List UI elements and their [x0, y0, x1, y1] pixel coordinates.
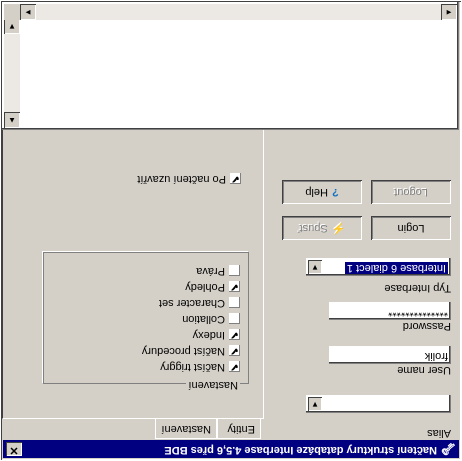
- checkbox-label: Načíst procedury: [141, 344, 225, 357]
- settings-panel: Nastavení ✔ Načíst triggry ✔ Načíst proced…: [2, 127, 264, 419]
- app-window-rotated: 🗝 Načtení struktury databáze Interbase 4…: [0, 0, 462, 461]
- checkbox-indexes[interactable]: ✔ Indexy: [193, 328, 240, 341]
- checkbox-procedures[interactable]: ✔ Načíst procedury: [142, 344, 240, 357]
- checkbox-box[interactable]: ✔: [229, 329, 240, 341]
- checkbox-box[interactable]: ✔: [229, 345, 240, 357]
- horizontal-scrollbar[interactable]: ◄ ►: [20, 4, 457, 20]
- checkbox-character-set[interactable]: Character set: [159, 296, 240, 309]
- tab-entity[interactable]: Entity: [217, 419, 261, 439]
- window-title: Načtení struktury databáze Interbase 4.5…: [164, 444, 437, 456]
- checkbox-label: Collation: [182, 312, 225, 325]
- checkbox-rights[interactable]: Práva: [196, 264, 240, 277]
- interbase-type-combo[interactable]: Interbase 6 dialect 1 ▼: [306, 258, 451, 276]
- checkbox-views[interactable]: ✔ Pohledy: [185, 280, 240, 293]
- run-button-label: Spusť: [298, 222, 328, 234]
- settings-group: Nastavení ✔ Načíst triggry ✔ Načíst proced…: [43, 252, 249, 391]
- dialog-window: 🗝 Načtení struktury databáze Interbase 4…: [0, 0, 462, 461]
- interbase-type-value: Interbase 6 dialect 1: [344, 262, 448, 274]
- chevron-down-icon[interactable]: ▼: [308, 397, 322, 411]
- alias-label: Alias: [427, 427, 451, 439]
- login-button-label: Login: [397, 222, 425, 234]
- scroll-right-icon[interactable]: ►: [20, 4, 36, 20]
- log-memo[interactable]: ▲ ▼ ◄ ►: [2, 2, 459, 130]
- help-button[interactable]: ?Help: [282, 180, 362, 204]
- scroll-down-icon[interactable]: ▼: [4, 18, 20, 34]
- size-grip: [4, 4, 20, 20]
- checkbox-box[interactable]: [229, 313, 240, 325]
- checkbox-label: Indexy: [192, 328, 225, 341]
- scroll-up-icon[interactable]: ▲: [4, 112, 20, 128]
- run-icon: ⚡: [331, 222, 346, 234]
- checkbox-label: Pohledy: [185, 280, 225, 293]
- scroll-left-icon[interactable]: ◄: [441, 4, 457, 20]
- logout-button[interactable]: Logout: [371, 180, 451, 204]
- checkbox-box[interactable]: ✔: [229, 281, 240, 293]
- password-label: Password: [402, 320, 451, 332]
- checkbox-close-after-load[interactable]: ✔ Po načtení uzavřít: [137, 172, 241, 185]
- checkbox-label: Práva: [196, 264, 225, 277]
- vertical-scrollbar[interactable]: ▲ ▼: [4, 18, 20, 128]
- help-icon: ?: [331, 186, 339, 198]
- password-field[interactable]: **************: [329, 302, 451, 320]
- group-title: Nastavení: [186, 379, 240, 391]
- alias-combo[interactable]: ▼: [306, 395, 451, 413]
- run-button[interactable]: ⚡Spusť: [282, 216, 362, 240]
- login-button[interactable]: Login: [371, 216, 451, 240]
- checkbox-box[interactable]: [229, 265, 240, 277]
- interbase-type-label: Typ Interbase: [384, 282, 451, 294]
- checkbox-box[interactable]: [229, 297, 240, 309]
- user-name-label: User name: [397, 364, 451, 376]
- checkbox-box[interactable]: ✔: [229, 361, 240, 373]
- chevron-down-icon[interactable]: ▼: [308, 260, 322, 274]
- user-name-field[interactable]: frolik: [329, 346, 451, 364]
- checkbox-triggers[interactable]: ✔ Načíst triggry: [160, 360, 240, 373]
- close-button[interactable]: ✕: [6, 442, 22, 456]
- checkbox-label: Character set: [158, 296, 225, 309]
- database-key-icon: 🗝: [440, 442, 456, 456]
- tab-settings[interactable]: Nastavení: [155, 419, 217, 439]
- checkbox-box[interactable]: ✔: [230, 173, 241, 185]
- checkbox-collation[interactable]: Collation: [182, 312, 240, 325]
- title-bar: 🗝 Načtení struktury databáze Interbase 4…: [3, 440, 459, 458]
- logout-button-label: Logout: [394, 186, 428, 198]
- checkbox-label: Po načtení uzavřít: [137, 172, 226, 185]
- checkbox-label: Načíst triggry: [160, 360, 225, 373]
- help-button-label: Help: [305, 186, 328, 198]
